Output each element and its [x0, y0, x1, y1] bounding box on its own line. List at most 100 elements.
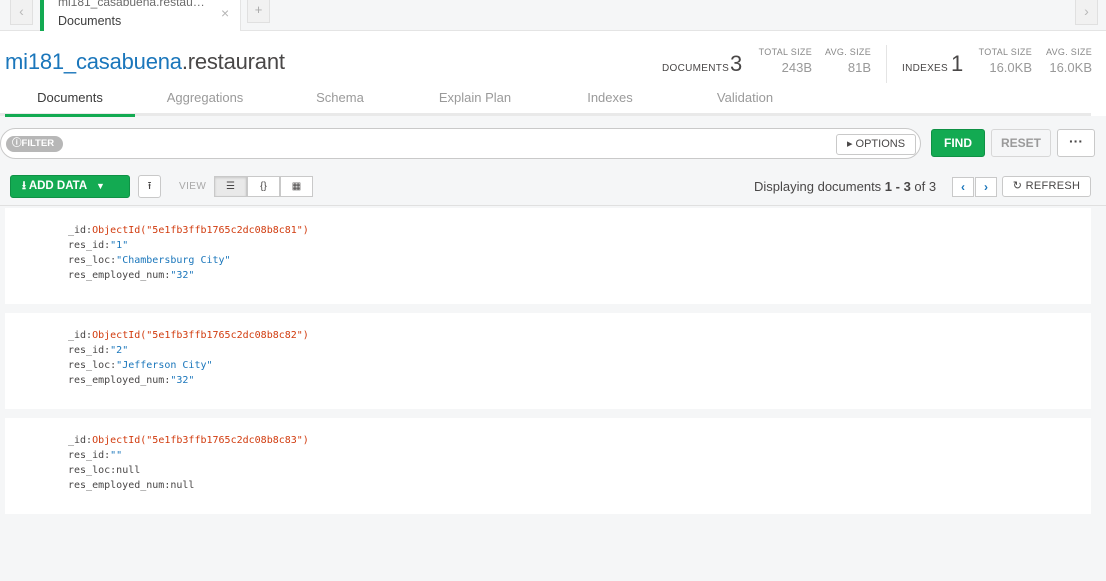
- doc-total-size: 243B: [781, 60, 812, 75]
- documents-label: DOCUMENTS: [662, 63, 730, 74]
- idx-avg-size-label: AVG. SIZE: [1045, 47, 1092, 57]
- chevron-right-icon: ›: [984, 180, 988, 194]
- export-button[interactable]: ⭱: [138, 175, 161, 198]
- export-icon: ⭱: [147, 180, 152, 192]
- doc-field: res_id:"1": [68, 240, 128, 251]
- braces-icon: {}: [260, 181, 267, 192]
- field-value[interactable]: ObjectId("5e1fb3ffb1765c2dc08b8c82"): [92, 330, 309, 341]
- options-label: OPTIONS: [855, 138, 906, 150]
- close-icon[interactable]: ×: [221, 5, 229, 21]
- tab-scroll-right-button[interactable]: ›: [1075, 0, 1098, 25]
- field-value[interactable]: null: [116, 465, 140, 476]
- plus-icon: +: [254, 2, 263, 17]
- doc-avg-size-label: AVG. SIZE: [824, 47, 871, 57]
- idx-total-size: 16.0KB: [989, 60, 1032, 75]
- field-value[interactable]: ObjectId("5e1fb3ffb1765c2dc08b8c81"): [92, 225, 309, 236]
- field-value[interactable]: "Jefferson City": [116, 360, 212, 371]
- add-data-button[interactable]: ⭳ ADD DATA ▼: [10, 175, 130, 198]
- list-icon: ☰: [226, 181, 235, 192]
- new-tab-button[interactable]: +: [247, 0, 270, 23]
- doc-field: res_loc:"Jefferson City": [68, 360, 213, 371]
- field-value[interactable]: "32": [170, 270, 194, 281]
- reset-button[interactable]: RESET: [991, 129, 1051, 157]
- caret-right-icon: ▸: [846, 138, 856, 150]
- caret-down-icon: ▼: [95, 181, 105, 191]
- field-key: res_loc:: [68, 255, 117, 266]
- table-icon: ▦: [291, 181, 302, 192]
- doc-field: res_loc:null: [68, 465, 140, 476]
- tab-documents[interactable]: Documents: [5, 90, 135, 117]
- field-key: res_id:: [68, 345, 111, 356]
- next-page-button[interactable]: ›: [975, 177, 997, 197]
- download-icon: ⭳: [22, 180, 27, 192]
- stats-divider: [886, 45, 887, 83]
- doc-total-size-label: TOTAL SIZE: [758, 47, 812, 57]
- field-key: _id:: [68, 330, 93, 341]
- collection-name: .restaurant: [181, 49, 285, 74]
- filter-pill: ⓘFILTER: [6, 136, 63, 152]
- doc-field: _id:ObjectId("5e1fb3ffb1765c2dc08b8c81"): [68, 225, 309, 236]
- tab-explain-plan[interactable]: Explain Plan: [410, 90, 540, 117]
- display-of: of: [910, 179, 929, 194]
- json-view-button[interactable]: {}: [247, 176, 280, 197]
- display-total: 3: [928, 179, 937, 194]
- field-key: res_employed_num:: [68, 270, 171, 281]
- field-key: res_id:: [68, 450, 111, 461]
- display-prefix: Displaying documents: [754, 179, 885, 194]
- documents-toolbar: ⭳ ADD DATA ▼ ⭱ VIEW ☰ {} ▦ Displaying do…: [0, 168, 1106, 206]
- table-view-button[interactable]: ▦: [280, 176, 313, 197]
- documents-count: 3: [730, 51, 743, 76]
- doc-field: res_id:"": [68, 450, 122, 461]
- field-value[interactable]: "Chambersburg City": [116, 255, 230, 266]
- document-card[interactable]: _id:ObjectId("5e1fb3ffb1765c2dc08b8c83")…: [5, 418, 1091, 514]
- field-value[interactable]: ObjectId("5e1fb3ffb1765c2dc08b8c83"): [92, 435, 309, 446]
- tab-title: Documents: [58, 14, 122, 28]
- doc-avg-size: 81B: [847, 60, 871, 75]
- tab-subtitle: mi181_casabuena.restaurant: [58, 0, 208, 9]
- field-key: res_id:: [68, 240, 111, 251]
- document-card[interactable]: _id:ObjectId("5e1fb3ffb1765c2dc08b8c81")…: [5, 208, 1091, 304]
- filter-pill-label: FILTER: [21, 138, 55, 149]
- chevron-right-icon: ›: [1084, 3, 1089, 19]
- idx-avg-size: 16.0KB: [1049, 60, 1092, 75]
- tab-validation[interactable]: Validation: [680, 90, 810, 117]
- tab-indexes[interactable]: Indexes: [545, 90, 675, 117]
- tab-scroll-left-button[interactable]: ‹: [10, 0, 33, 25]
- doc-field: _id:ObjectId("5e1fb3ffb1765c2dc08b8c82"): [68, 330, 309, 341]
- field-value[interactable]: "32": [170, 375, 194, 386]
- pagination-summary: Displaying documents 1 - 3 of 3: [754, 179, 936, 194]
- collection-header: mi181_casabuena.restaurant DOCUMENTS 3 T…: [0, 31, 1106, 117]
- filter-bar: ⓘFILTER ▸ OPTIONS: [0, 128, 921, 159]
- options-button[interactable]: ▸ OPTIONS: [836, 134, 916, 155]
- tab-aggregations[interactable]: Aggregations: [140, 90, 270, 117]
- tab-bar: ‹ mi181_casabuena.restaurant Documents ×…: [0, 0, 1106, 31]
- chevron-left-icon: ‹: [19, 3, 24, 19]
- field-value[interactable]: "1": [110, 240, 128, 251]
- tab-schema[interactable]: Schema: [275, 90, 405, 117]
- workspace-tab[interactable]: mi181_casabuena.restaurant Documents ×: [40, 0, 241, 31]
- doc-field: res_employed_num:null: [68, 480, 194, 491]
- find-button[interactable]: FIND: [931, 129, 985, 157]
- field-value[interactable]: "2": [110, 345, 128, 356]
- chevron-left-icon: ‹: [961, 180, 965, 194]
- info-icon: ⓘ: [12, 138, 22, 149]
- list-view-button[interactable]: ☰: [214, 176, 247, 197]
- doc-field: res_employed_num:"32": [68, 375, 194, 386]
- collection-subtabs: Documents Aggregations Schema Explain Pl…: [0, 86, 1091, 117]
- field-value[interactable]: "": [110, 450, 122, 461]
- field-key: res_employed_num:: [68, 375, 171, 386]
- previous-page-button[interactable]: ‹: [952, 177, 974, 197]
- refresh-button[interactable]: ↻ REFRESH: [1002, 176, 1091, 197]
- indexes-label: INDEXES: [902, 63, 949, 74]
- doc-field: res_loc:"Chambersburg City": [68, 255, 231, 266]
- field-key: res_employed_num:: [68, 480, 171, 491]
- field-value[interactable]: null: [170, 480, 194, 491]
- namespace-title: mi181_casabuena.restaurant: [5, 49, 285, 75]
- filter-input[interactable]: [71, 134, 811, 154]
- document-card[interactable]: _id:ObjectId("5e1fb3ffb1765c2dc08b8c82")…: [5, 313, 1091, 409]
- field-key: res_loc:: [68, 465, 117, 476]
- refresh-label: REFRESH: [1025, 180, 1081, 192]
- database-link[interactable]: mi181_casabuena: [5, 49, 182, 74]
- more-options-button[interactable]: ···: [1057, 129, 1095, 157]
- doc-field: res_id:"2": [68, 345, 128, 356]
